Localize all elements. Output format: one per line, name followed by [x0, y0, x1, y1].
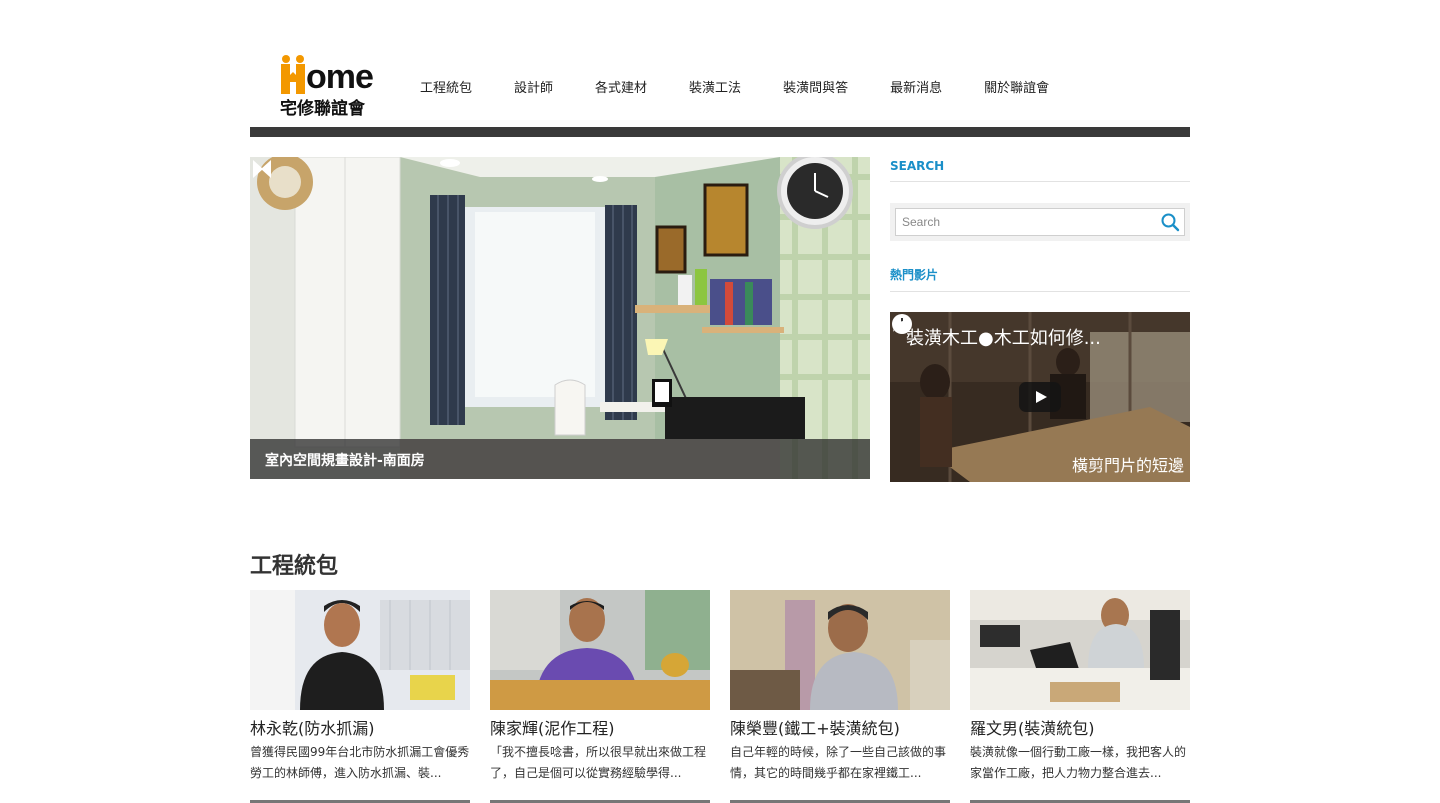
- hero-slider[interactable]: 室內空間規畫設計-南面房: [250, 157, 870, 479]
- video-title[interactable]: 裝潢木工●木工如何修...: [906, 324, 1101, 350]
- slide-caption[interactable]: 室內空間規畫設計-南面房: [265, 450, 425, 470]
- popular-videos-heading: 熱門影片: [890, 266, 1190, 292]
- search-icon[interactable]: [1160, 212, 1180, 232]
- share-icon[interactable]: [890, 312, 914, 336]
- sidebar: SEARCH 熱門影片: [890, 157, 1190, 482]
- search-input[interactable]: [895, 208, 1185, 236]
- hero-slide-image: [250, 157, 870, 479]
- contractor-card[interactable]: 陳榮豐(鐵工+裝潢統包) 自己年輕的時候，除了一些自己該做的事情，其它的時間幾乎…: [730, 590, 950, 784]
- page-container: ome 宅修聯誼會 工程統包 設計師 各式建材 裝潢工法 裝潢問與答 最新消息 …: [250, 0, 1190, 803]
- search-box: [890, 203, 1190, 241]
- nav-item-materials[interactable]: 各式建材: [595, 80, 647, 100]
- logo-subtitle: 宅修聯誼會: [280, 99, 365, 119]
- section-title: 工程統包: [250, 554, 339, 579]
- play-icon[interactable]: [1019, 382, 1061, 412]
- slide-caption-bar: 室內空間規畫設計-南面房: [250, 439, 870, 479]
- main-nav: 工程統包 設計師 各式建材 裝潢工法 裝潢問與答 最新消息 關於聯誼會: [420, 80, 1091, 100]
- contractor-desc: 裝潢就像一個行動工廠一樣，我把客人的家當作工廠，把人力物力整合進去...: [970, 745, 1187, 780]
- video-player[interactable]: 裝潢木工●木工如何修... 橫剪門片的短邊: [890, 312, 1190, 482]
- nav-item-about[interactable]: 關於聯誼會: [984, 80, 1049, 100]
- nav-item-engineering[interactable]: 工程統包: [420, 80, 472, 100]
- contractor-desc: 自己年輕的時候，除了一些自己該做的事情，其它的時間幾乎都在家裡鐵工...: [730, 745, 947, 780]
- contractor-photo[interactable]: [490, 590, 710, 710]
- contractor-photo[interactable]: [250, 590, 470, 710]
- logo-people-icon: [281, 55, 305, 94]
- site-logo[interactable]: ome 宅修聯誼會: [280, 52, 380, 119]
- contractor-cards: 林永乾(防水抓漏) 曾獲得民國99年台北市防水抓漏工會優秀勞工的林師傅，進入防水…: [250, 590, 1190, 784]
- contractor-photo[interactable]: [730, 590, 950, 710]
- chevron-right-icon[interactable]: [250, 157, 266, 181]
- contractor-name[interactable]: 羅文男(裝潢統包): [970, 718, 1190, 740]
- search-heading: SEARCH: [890, 157, 1190, 182]
- video-subtitle-overlay: 橫剪門片的短邊: [1071, 456, 1184, 475]
- contractor-name[interactable]: 陳榮豐(鐵工+裝潢統包): [730, 718, 950, 740]
- nav-item-news[interactable]: 最新消息: [890, 80, 942, 100]
- contractor-card[interactable]: 林永乾(防水抓漏) 曾獲得民國99年台北市防水抓漏工會優秀勞工的林師傅，進入防水…: [250, 590, 470, 784]
- nav-item-designers[interactable]: 設計師: [514, 80, 553, 100]
- contractor-card[interactable]: 陳家輝(泥作工程) 「我不擅長唸書，所以很早就出來做工程了，自己是個可以從實務經…: [490, 590, 710, 784]
- nav-item-methods[interactable]: 裝潢工法: [689, 80, 741, 100]
- contractor-desc: 曾獲得民國99年台北市防水抓漏工會優秀勞工的林師傅，進入防水抓漏、裝...: [250, 745, 470, 780]
- header-divider-bar: [250, 127, 1190, 137]
- site-header: ome 宅修聯誼會 工程統包 設計師 各式建材 裝潢工法 裝潢問與答 最新消息 …: [250, 0, 1190, 137]
- contractor-photo[interactable]: [970, 590, 1190, 710]
- nav-item-faq[interactable]: 裝潢問與答: [783, 80, 848, 100]
- contractor-name[interactable]: 陳家輝(泥作工程): [490, 718, 710, 740]
- logo-word: ome: [306, 58, 374, 96]
- contractor-card[interactable]: 羅文男(裝潢統包) 裝潢就像一個行動工廠一樣，我把客人的家當作工廠，把人力物力整…: [970, 590, 1190, 784]
- contractor-desc: 「我不擅長唸書，所以很早就出來做工程了，自己是個可以從實務經驗學得...: [490, 745, 707, 780]
- contractor-name[interactable]: 林永乾(防水抓漏): [250, 718, 470, 740]
